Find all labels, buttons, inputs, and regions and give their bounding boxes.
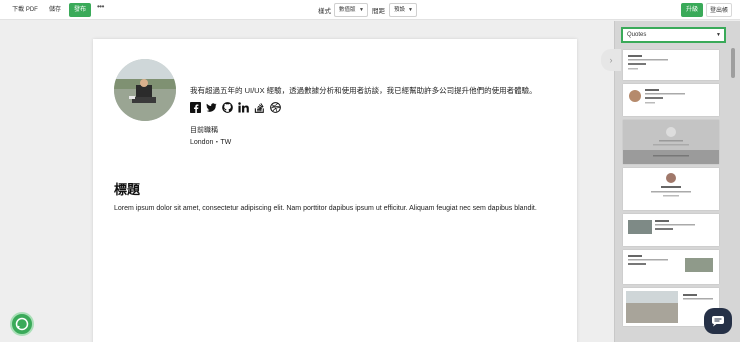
chat-icon [15,317,29,331]
template-thumb-3-selected[interactable] [623,120,719,164]
avatar[interactable] [114,59,176,121]
spacing-label: 間距 [372,8,385,15]
linkedin-icon[interactable] [238,102,249,113]
twitter-icon[interactable] [206,102,217,113]
bio-text[interactable]: 我有超過五年的 UI/UX 經驗，透過數據分析和使用者訪談，我已經幫助許多公司提… [190,85,537,96]
section-title[interactable]: 標題 [114,179,140,198]
chat-button-left[interactable] [10,312,34,336]
facebook-icon[interactable] [190,102,201,113]
save-button[interactable]: 儲存 [45,3,65,17]
style-label: 樣式 [318,8,331,15]
dribbble-icon[interactable] [270,102,281,113]
github-icon[interactable] [222,102,233,113]
chevron-right-icon: › [609,55,613,65]
logout-button[interactable]: 登出帳 [706,3,732,17]
scrollbar[interactable] [731,48,735,78]
chevron-down-icon: ▼ [716,32,721,38]
more-menu-button[interactable]: ••• [97,2,104,11]
chevron-down-icon: ▼ [359,7,364,13]
template-thumb-2[interactable] [623,84,719,116]
style-select-value: 數值版 [339,7,356,13]
collapse-panel-button[interactable]: › [601,49,621,71]
template-select-value: Quotes [627,32,647,38]
download-pdf-button[interactable]: 下載 PDF [8,3,42,17]
template-select[interactable]: Quotes ▼ [621,27,726,43]
section-body[interactable]: Lorem ipsum dolor sit amet, consectetur … [114,203,554,214]
chevron-down-icon: ▼ [408,7,413,13]
template-thumb-5[interactable] [623,214,719,246]
editor-canvas: 我有超過五年的 UI/UX 經驗，透過數據分析和使用者訪談，我已經幫助許多公司提… [0,21,614,342]
style-select[interactable]: 數值版 ▼ [334,3,368,17]
stackoverflow-icon[interactable] [254,102,265,113]
job-title[interactable]: 目前職稱 [190,125,218,135]
resume-page: 我有超過五年的 UI/UX 經驗，透過數據分析和使用者訪談，我已經幫助許多公司提… [93,39,577,342]
upgrade-button[interactable]: 升級 [681,3,703,17]
chat-icon [712,316,724,327]
chat-button[interactable] [704,308,732,334]
template-thumb-1[interactable] [623,50,719,80]
top-toolbar: 下載 PDF 儲存 發布 ••• 樣式 數值版 ▼ 間距 預設 ▼ 升級 登出帳 [0,0,740,20]
template-thumb-6[interactable] [623,250,719,284]
social-links [190,102,281,113]
spacing-select[interactable]: 預設 ▼ [389,3,417,17]
spacing-select-value: 預設 [394,7,406,13]
location[interactable]: London・TW [190,137,231,147]
template-thumb-4[interactable] [623,168,719,210]
publish-button[interactable]: 發布 [69,3,91,17]
